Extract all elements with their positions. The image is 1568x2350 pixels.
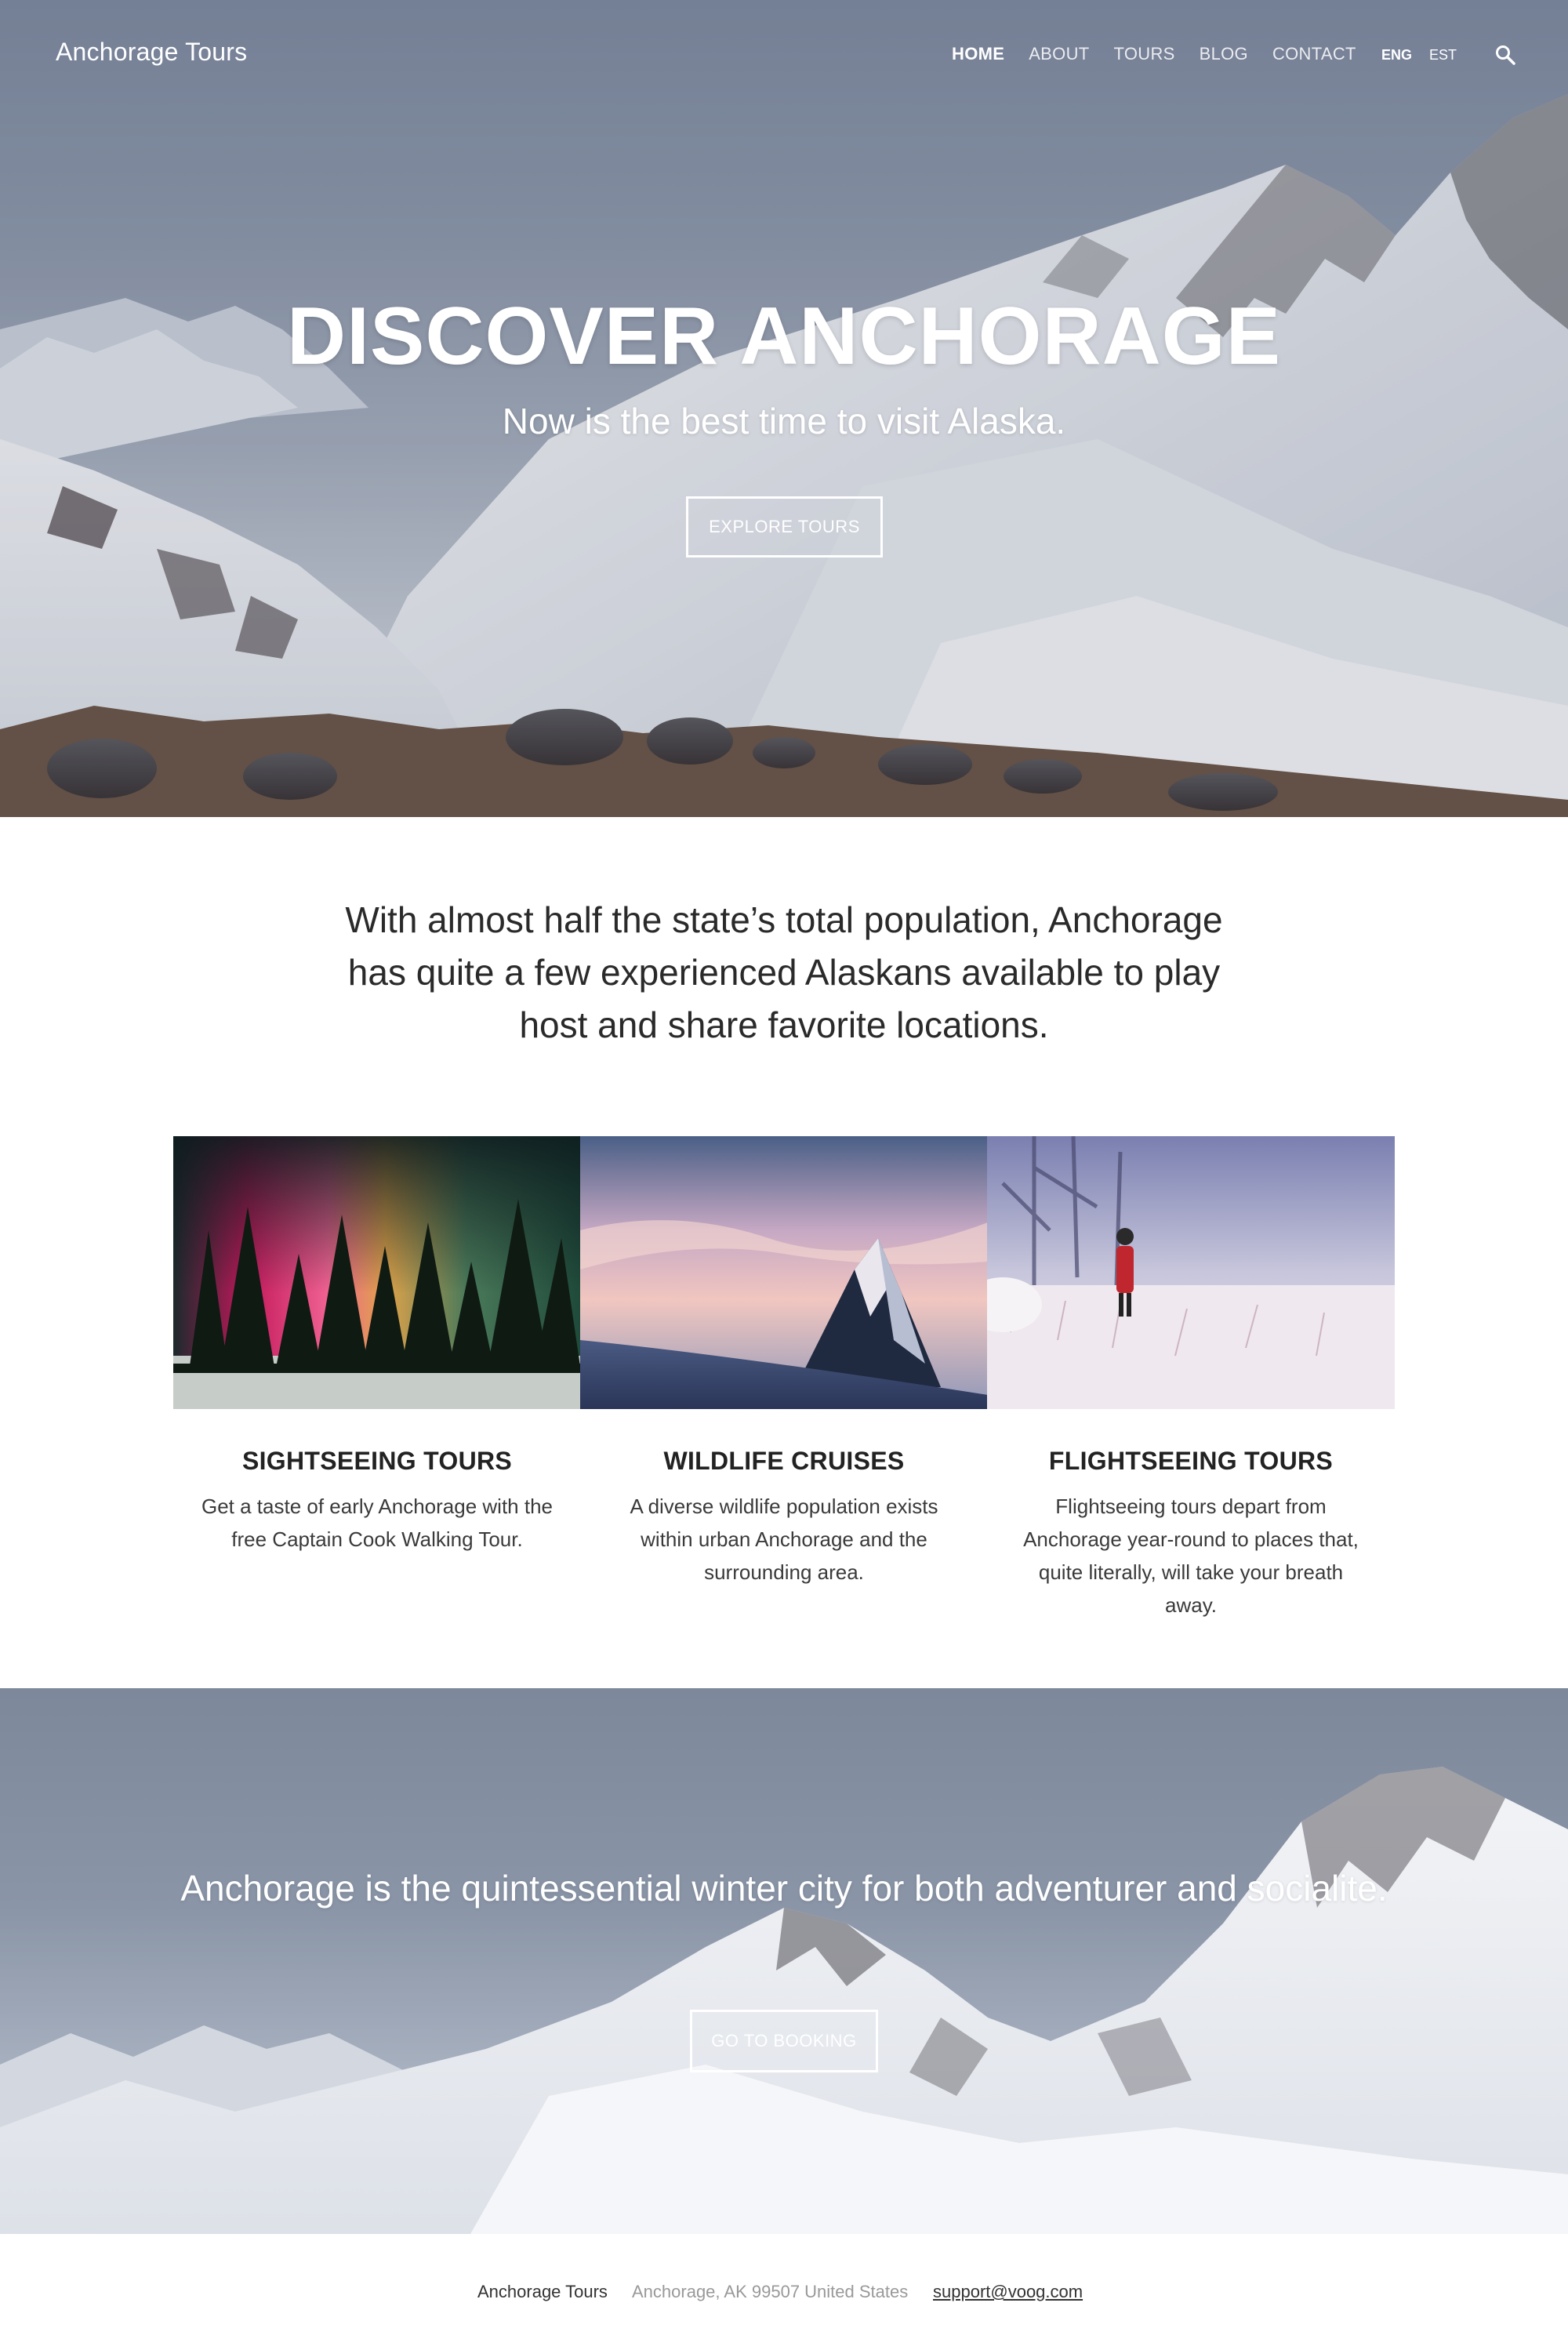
- nav-item-home[interactable]: HOME: [952, 44, 1004, 64]
- sightseeing-tours-image: [173, 1136, 581, 1409]
- footer-email-link[interactable]: support@voog.com: [933, 2282, 1083, 2302]
- hero-title: DISCOVER ANCHORAGE: [286, 291, 1282, 382]
- intro-text: With almost half the state’s total popul…: [345, 899, 1223, 1045]
- card-text-wildlife: A diverse wildlife population exists wit…: [630, 1495, 938, 1584]
- nav-item-about[interactable]: ABOUT: [1029, 44, 1089, 64]
- language-switcher: ENG EST: [1381, 47, 1457, 64]
- booking-mountain-image: [0, 1767, 1568, 2234]
- wildlife-cruises-image: [580, 1136, 988, 1409]
- footer-address: Anchorage, AK 99507 United States: [632, 2282, 909, 2301]
- card-text-flightseeing: Flightseeing tours depart from Anchorage…: [1023, 1495, 1359, 1617]
- language-est[interactable]: EST: [1429, 47, 1457, 64]
- footer: Anchorage Tours Anchorage, AK 99507 Unit…: [0, 2282, 1568, 2313]
- site-logo[interactable]: Anchorage Tours: [56, 38, 247, 67]
- main-nav: HOME ABOUT TOURS BLOG CONTACT: [952, 44, 1381, 64]
- booking-section: [0, 1688, 1568, 2234]
- card-title-wildlife: WILDLIFE CRUISES: [663, 1447, 905, 1475]
- hero-section: Anchorage Tours HOME ABOUT TOURS BLOG CO…: [0, 0, 1568, 817]
- nav-item-blog[interactable]: BLOG: [1200, 44, 1248, 64]
- card-text-sightseeing: Get a taste of early Anchorage with the …: [201, 1495, 554, 1551]
- hero-subtitle: Now is the best time to visit Alaska.: [502, 401, 1066, 441]
- footer-company-name: Anchorage Tours: [477, 2282, 608, 2301]
- go-to-booking-button[interactable]: GO TO BOOKING: [690, 2010, 878, 2072]
- nav-item-tours[interactable]: TOURS: [1114, 44, 1175, 64]
- card-title-flightseeing: FLIGHTSEEING TOURS: [1048, 1447, 1334, 1475]
- flightseeing-tours-image: [987, 1136, 1395, 1409]
- nav-item-contact[interactable]: CONTACT: [1272, 44, 1356, 64]
- explore-tours-button[interactable]: EXPLORE TOURS: [686, 496, 883, 558]
- card-title-sightseeing: SIGHTSEEING TOURS: [241, 1447, 513, 1475]
- search-icon[interactable]: [1494, 44, 1516, 66]
- language-eng[interactable]: ENG: [1381, 47, 1412, 64]
- booking-text: Anchorage is the quintessential winter c…: [180, 1868, 1388, 1909]
